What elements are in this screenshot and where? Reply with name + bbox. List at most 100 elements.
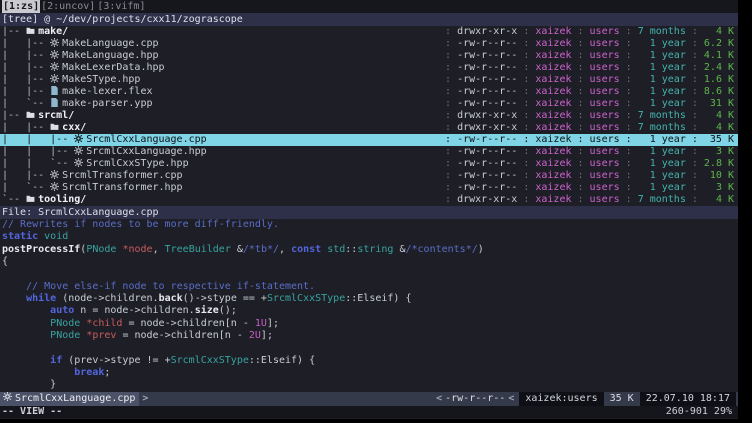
entry-size: 4 K — [704, 110, 734, 122]
gear-icon — [3, 392, 12, 406]
entry-name: SrcmlTransformer.hpp — [62, 182, 182, 194]
column-separator: : — [517, 158, 535, 170]
entry-date: 1 year — [638, 86, 686, 98]
entry-group: users — [590, 62, 620, 74]
tab-line: [1:zs][2:uncov][3:vifm] — [0, 0, 738, 13]
tree-row-file[interactable]: | | |-- SrcmlCxxLanguage.hpp : -rw-r--r-… — [0, 146, 738, 158]
mode-line: -- VIEW -- 260-901 29% — [0, 406, 738, 418]
code-line — [2, 342, 738, 354]
column-separator: : — [620, 38, 638, 50]
code-line: // Rewrites if nodes to be more diff-fri… — [2, 219, 738, 231]
preview-file-bar: File: SrcmlCxxLanguage.cpp — [0, 206, 738, 219]
column-separator: : — [686, 50, 704, 62]
tree-row-file[interactable]: | |-- MakeSType.hpp : -rw-r--r-- : xaize… — [0, 74, 738, 86]
entry-name: SrcmlCxxLanguage.hpp — [86, 146, 206, 158]
entry-owner: xaizek — [535, 182, 571, 194]
code-line — [2, 268, 738, 280]
entry-date: 1 year — [638, 50, 686, 62]
column-separator: : — [439, 134, 457, 146]
entry-group: users — [590, 98, 620, 110]
entry-size: 35 K — [704, 134, 734, 146]
column-separator: : — [571, 38, 589, 50]
entry-permissions: -rw-r--r-- — [457, 62, 517, 74]
entry-size: 2.8 K — [704, 158, 734, 170]
column-separator: : — [517, 194, 535, 206]
tab-3[interactable]: [3:vifm] — [96, 0, 146, 13]
column-separator: : — [620, 170, 638, 182]
column-separator: : — [686, 182, 704, 194]
tree-row-dir[interactable]: `-- tooling/ : drwxr-xr-x : xaizek : use… — [0, 194, 738, 206]
status-filename: SrcmlCxxLanguage.cpp — [15, 392, 135, 406]
entry-permissions: drwxr-xr-x — [457, 110, 517, 122]
file-icon — [50, 98, 62, 111]
entry-size: 4 K — [704, 122, 734, 134]
column-separator: : — [439, 182, 457, 194]
entry-group: users — [590, 122, 620, 134]
entry-date: 7 months — [638, 194, 686, 206]
entry-date: 1 year — [638, 62, 686, 74]
column-separator: : — [439, 146, 457, 158]
entry-size: 2.4 K — [704, 62, 734, 74]
tree-row-file[interactable]: | `-- make-parser.ypp : -rw-r--r-- : xai… — [0, 98, 738, 110]
column-separator: : — [620, 146, 638, 158]
entry-owner: xaizek — [535, 170, 571, 182]
entry-group: users — [590, 194, 620, 206]
column-separator: : — [439, 122, 457, 134]
tree-branch: | |-- — [2, 50, 50, 62]
tree-row-file[interactable]: | |-- MakeLanguage.cpp : -rw-r--r-- : xa… — [0, 38, 738, 50]
tree-row-dir[interactable]: |-- srcml/ : drwxr-xr-x : xaizek : users… — [0, 110, 738, 122]
entry-name: make/ — [38, 26, 68, 38]
column-separator: : — [620, 194, 638, 206]
entry-date: 7 months — [638, 122, 686, 134]
entry-date: 1 year — [638, 170, 686, 182]
tree-listing: |-- make/ : drwxr-xr-x : xaizek : users … — [0, 26, 738, 206]
tree-row-file[interactable]: | | |-- SrcmlCxxLanguage.cpp : -rw-r--r-… — [0, 134, 738, 146]
entry-name: MakeLexerData.hpp — [62, 62, 164, 74]
entry-group: users — [590, 86, 620, 98]
entry-name: MakeLanguage.cpp — [62, 38, 158, 50]
column-separator: : — [439, 110, 457, 122]
column-separator: : — [571, 98, 589, 110]
tree-row-dir[interactable]: | |-- cxx/ : drwxr-xr-x : xaizek : users… — [0, 122, 738, 134]
tree-row-file[interactable]: | |-- make-lexer.flex : -rw-r--r-- : xai… — [0, 86, 738, 98]
tree-row-file[interactable]: | |-- SrcmlTransformer.cpp : -rw-r--r-- … — [0, 170, 738, 182]
column-separator: : — [686, 122, 704, 134]
tab-1[interactable]: [1:zs] — [2, 0, 40, 13]
code-line: break; — [2, 367, 738, 379]
entry-size: 6.2 K — [704, 38, 734, 50]
column-separator: : — [686, 38, 704, 50]
tab-2[interactable]: [2:uncov] — [40, 0, 96, 13]
status-file-segment: SrcmlCxxLanguage.cpp — [0, 392, 139, 406]
entry-date: 7 months — [638, 26, 686, 38]
tree-row-file[interactable]: | | `-- SrcmlCxxSType.hpp : -rw-r--r-- :… — [0, 158, 738, 170]
entry-owner: xaizek — [535, 122, 571, 134]
tree-branch: | | |-- — [2, 134, 74, 146]
entry-size: 1.6 K — [704, 74, 734, 86]
current-path: [tree] @ ~/dev/projects/cxx11/zograscope — [2, 14, 243, 25]
tree-row-file[interactable]: | |-- MakeLexerData.hpp : -rw-r--r-- : x… — [0, 62, 738, 74]
tree-branch: |-- — [2, 110, 26, 122]
entry-size: 4.1 K — [704, 50, 734, 62]
entry-group: users — [590, 170, 620, 182]
column-separator: : — [517, 50, 535, 62]
mode-indicator: -- VIEW -- — [2, 406, 62, 418]
entry-date: 1 year — [638, 182, 686, 194]
code-line: static void — [2, 231, 738, 243]
entry-permissions: -rw-r--r-- — [457, 86, 517, 98]
tree-branch: | |-- — [2, 86, 50, 98]
entry-permissions: drwxr-xr-x — [457, 194, 517, 206]
tree-row-dir[interactable]: |-- make/ : drwxr-xr-x : xaizek : users … — [0, 26, 738, 38]
column-separator: : — [571, 134, 589, 146]
tree-row-file[interactable]: | `-- SrcmlTransformer.hpp : -rw-r--r-- … — [0, 182, 738, 194]
entry-size: 31 K — [704, 98, 734, 110]
column-separator: : — [439, 50, 457, 62]
tree-row-file[interactable]: | |-- MakeLanguage.hpp : -rw-r--r-- : xa… — [0, 50, 738, 62]
entry-owner: xaizek — [535, 86, 571, 98]
status-permissions: -rw-r--r-- — [445, 392, 505, 406]
entry-owner: xaizek — [535, 158, 571, 170]
entry-owner: xaizek — [535, 38, 571, 50]
status-file-size: 35 K — [606, 392, 638, 406]
column-separator: : — [517, 134, 535, 146]
column-separator: : — [620, 122, 638, 134]
column-separator: : — [439, 98, 457, 110]
